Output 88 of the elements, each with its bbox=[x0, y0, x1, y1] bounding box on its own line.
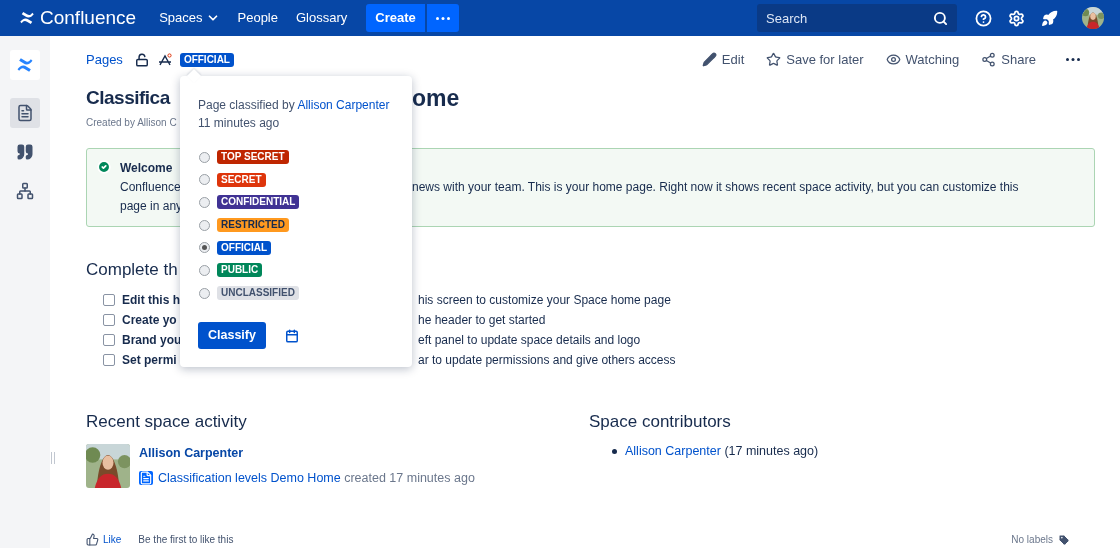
task-title: Set permi bbox=[122, 352, 178, 369]
section-heading: Space contributors bbox=[589, 411, 732, 433]
user-link[interactable]: Allison Carpenter bbox=[297, 98, 390, 112]
like-hint: Be the first to like this bbox=[138, 533, 234, 547]
more-button[interactable] bbox=[426, 4, 459, 32]
tag-icon[interactable] bbox=[1058, 533, 1070, 546]
checkbox[interactable] bbox=[103, 334, 115, 346]
nav-link[interactable]: People bbox=[230, 8, 285, 28]
radio-button[interactable] bbox=[199, 287, 210, 299]
page-action-button[interactable]: Edit bbox=[701, 49, 745, 70]
user-link[interactable]: Allison Carpenter bbox=[139, 444, 475, 463]
section-heading: Complete th bbox=[86, 259, 178, 281]
checkbox[interactable] bbox=[103, 354, 115, 366]
bullet-icon bbox=[612, 448, 617, 454]
checkbox[interactable] bbox=[103, 314, 115, 326]
calendar-icon[interactable] bbox=[284, 328, 299, 343]
radio-button[interactable] bbox=[199, 196, 210, 208]
page-title: Classifica bbox=[86, 86, 170, 110]
page-action-button[interactable]: Save for later bbox=[766, 49, 864, 70]
page-icon bbox=[16, 104, 34, 122]
radio-button[interactable] bbox=[199, 151, 210, 163]
page-link[interactable]: Classification levels Demo Home bbox=[158, 470, 341, 485]
welcome-text: news with your team. This is your home page. Right now it shows recent space activity, but you can customize this bbox=[412, 179, 1020, 196]
star-icon bbox=[766, 52, 782, 67]
more-icon[interactable] bbox=[1066, 58, 1080, 61]
thumbs-up-icon[interactable] bbox=[86, 533, 99, 546]
page-action-button[interactable]: Watching bbox=[885, 49, 960, 70]
classification-badge: OFFICIAL bbox=[179, 52, 234, 67]
sidebar-item[interactable] bbox=[10, 98, 40, 128]
welcome-heading: Welcome bbox=[120, 160, 173, 177]
byline: Created by Allison C bbox=[86, 116, 177, 130]
radio-button[interactable] bbox=[199, 219, 210, 231]
activity-text: Classification levels Demo Home created 17 minutes ago bbox=[158, 469, 475, 487]
classification-icon[interactable] bbox=[157, 52, 172, 67]
quote-icon bbox=[16, 143, 34, 161]
eye-icon bbox=[885, 52, 901, 67]
radio-button[interactable] bbox=[199, 174, 210, 186]
task-title: Edit this h bbox=[122, 292, 180, 309]
welcome-text: Confluence bbox=[120, 179, 180, 196]
unlock-icon[interactable] bbox=[134, 52, 149, 67]
classify-button[interactable]: Classify bbox=[198, 322, 266, 350]
search-icon bbox=[933, 11, 948, 26]
check-circle-icon bbox=[97, 160, 111, 174]
logo-icon bbox=[18, 9, 36, 27]
user-avatar[interactable] bbox=[86, 444, 130, 488]
task-text: his screen to customize your Space home page bbox=[418, 292, 671, 309]
help-icon[interactable] bbox=[975, 9, 992, 27]
share-icon bbox=[981, 52, 997, 67]
nav-link[interactable]: Glossary bbox=[289, 8, 355, 28]
task-title: Brand you bbox=[122, 332, 180, 349]
page-title: ome bbox=[412, 84, 460, 113]
settings-icon[interactable] bbox=[1008, 9, 1025, 27]
space-logo[interactable] bbox=[10, 50, 40, 80]
classified-by-text: Page classified by Allison Carpenter bbox=[198, 97, 391, 114]
nav-link[interactable]: Spaces bbox=[152, 8, 227, 28]
classification-badge: UNCLASSIFIED bbox=[217, 286, 299, 301]
tree-icon bbox=[16, 182, 34, 200]
pencil-icon bbox=[701, 52, 717, 67]
like-link[interactable]: Like bbox=[103, 532, 122, 547]
classification-badge: OFFICIAL bbox=[217, 240, 272, 255]
rocket-icon[interactable] bbox=[1041, 9, 1058, 27]
radio-button[interactable] bbox=[199, 242, 210, 254]
classification-badge: PUBLIC bbox=[217, 263, 263, 278]
section-heading: Recent space activity bbox=[86, 411, 248, 433]
page-action-button[interactable]: Share bbox=[981, 49, 1036, 70]
create-button[interactable]: Create bbox=[366, 4, 425, 32]
classification-badge: TOP SECRET bbox=[217, 150, 289, 164]
radio-button[interactable] bbox=[199, 264, 210, 276]
checkbox[interactable] bbox=[103, 294, 115, 306]
task-text: he header to get started bbox=[418, 312, 546, 329]
user-link[interactable]: Allison Carpenter bbox=[625, 444, 721, 458]
contributor-text: Allison Carpenter (17 minutes ago) bbox=[625, 443, 819, 460]
search-field[interactable]: Search bbox=[757, 4, 957, 32]
pages-link[interactable]: Pages bbox=[86, 49, 123, 70]
labels-text: No labels bbox=[1011, 533, 1053, 547]
more-icon bbox=[435, 16, 450, 20]
task-title: Create yo bbox=[122, 312, 178, 329]
classification-badge: SECRET bbox=[217, 172, 266, 187]
classification-badge: RESTRICTED bbox=[217, 218, 289, 233]
resize-handle-icon[interactable] bbox=[51, 452, 55, 464]
classification-badge: CONFIDENTIAL bbox=[217, 195, 300, 210]
confluence-logo[interactable]: Confluence bbox=[18, 3, 137, 33]
logo-text: Confluence bbox=[40, 5, 137, 30]
page-icon bbox=[139, 471, 153, 486]
classified-time: 11 minutes ago bbox=[198, 115, 281, 132]
task-text: ar to update permissions and give others access bbox=[418, 352, 676, 369]
avatar[interactable] bbox=[1082, 7, 1104, 29]
task-text: eft panel to update space details and logo bbox=[418, 332, 641, 349]
